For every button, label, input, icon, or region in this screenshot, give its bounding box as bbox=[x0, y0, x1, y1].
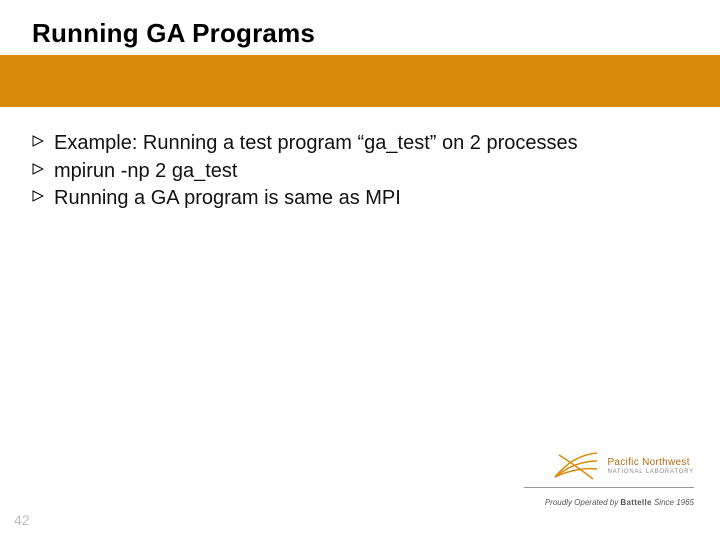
bullet-text: Running a GA program is same as MPI bbox=[54, 186, 401, 212]
bullet-item: Running a GA program is same as MPI bbox=[32, 186, 680, 212]
org-name: Pacific Northwest bbox=[607, 458, 694, 468]
bullet-text: Example: Running a test program “ga_test… bbox=[54, 131, 578, 157]
tagline: Proudly Operated by Battelle Since 1965 bbox=[545, 498, 694, 507]
slide: Running GA Programs Example: Running a t… bbox=[0, 0, 720, 540]
slide-title: Running GA Programs bbox=[32, 18, 720, 49]
tagline-area: Proudly Operated by Battelle Since 1965 bbox=[524, 487, 694, 510]
play-bullet-icon bbox=[32, 163, 46, 175]
pnnl-logo: Pacific Northwest NATIONAL LABORATORY bbox=[524, 451, 694, 481]
tagline-suffix: Since 1965 bbox=[652, 498, 694, 507]
bullet-item: mpirun -np 2 ga_test bbox=[32, 159, 680, 185]
tagline-brand: Battelle bbox=[620, 498, 651, 507]
footer-logo: Pacific Northwest NATIONAL LABORATORY Pr… bbox=[524, 451, 694, 510]
org-subtitle: NATIONAL LABORATORY bbox=[607, 469, 694, 475]
pnnl-text: Pacific Northwest NATIONAL LABORATORY bbox=[607, 458, 694, 475]
pnnl-swoosh-icon bbox=[553, 451, 599, 481]
play-bullet-icon bbox=[32, 135, 46, 147]
bullet-text: mpirun -np 2 ga_test bbox=[54, 159, 237, 185]
tagline-prefix: Proudly Operated by bbox=[545, 498, 621, 507]
content-area: Example: Running a test program “ga_test… bbox=[0, 107, 720, 212]
play-bullet-icon bbox=[32, 190, 46, 202]
accent-bar bbox=[0, 55, 720, 107]
title-area: Running GA Programs bbox=[0, 0, 720, 55]
bullet-item: Example: Running a test program “ga_test… bbox=[32, 131, 680, 157]
slide-number: 42 bbox=[14, 512, 30, 528]
